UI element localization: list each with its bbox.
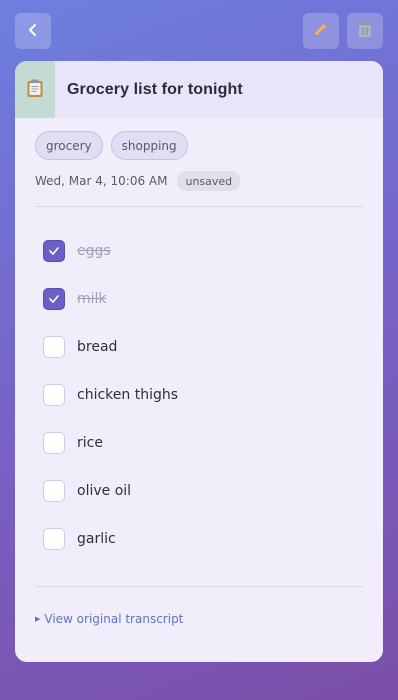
note-meta: Wed, Mar 4, 10:06 AM unsaved [35, 171, 241, 191]
tag-chip[interactable]: grocery [35, 131, 103, 160]
note-header: Grocery list for tonight [15, 61, 383, 118]
checkbox[interactable] [43, 240, 65, 262]
top-bar [0, 0, 398, 62]
list-item: chicken thighs [43, 371, 178, 419]
note-timestamp: Wed, Mar 4, 10:06 AM [35, 174, 168, 188]
list-item-label: rice [77, 435, 103, 451]
clipboard-icon [26, 78, 44, 102]
tag-list: grocery shopping [35, 131, 188, 160]
checkbox[interactable] [43, 528, 65, 550]
edit-button[interactable] [303, 13, 339, 49]
note-type-badge [15, 61, 55, 118]
list-item: garlic [43, 515, 178, 563]
list-item: bread [43, 323, 178, 371]
chevron-left-icon [26, 22, 40, 41]
pencil-icon [311, 19, 331, 43]
list-item: rice [43, 419, 178, 467]
list-item-label: bread [77, 339, 118, 355]
checklist: eggs milk bread chicken thighs rice oliv… [43, 227, 178, 563]
list-item-label: chicken thighs [77, 387, 179, 403]
view-transcript-link[interactable]: ▶ View original transcript [35, 612, 183, 626]
list-item: milk [43, 275, 178, 323]
view-transcript-label: View original transcript [44, 612, 184, 626]
caret-right-icon: ▶ [35, 615, 41, 623]
divider [35, 586, 364, 587]
checkbox[interactable] [43, 480, 65, 502]
list-item-label: eggs [77, 243, 111, 259]
back-button[interactable] [15, 13, 51, 49]
tag-chip[interactable]: shopping [110, 131, 188, 160]
status-badge: unsaved [177, 171, 241, 191]
list-item-label: milk [77, 291, 107, 307]
checkbox[interactable] [43, 432, 65, 454]
divider [35, 206, 364, 207]
list-item-label: olive oil [77, 483, 132, 499]
list-item-label: garlic [77, 531, 116, 547]
note-card: Grocery list for tonight grocery shoppin… [15, 61, 383, 662]
list-item: olive oil [43, 467, 178, 515]
delete-button[interactable] [347, 13, 383, 49]
list-item: eggs [43, 227, 178, 275]
checkbox[interactable] [43, 288, 65, 310]
trash-icon [356, 19, 374, 43]
checkbox[interactable] [43, 384, 65, 406]
checkbox[interactable] [43, 336, 65, 358]
note-title: Grocery list for tonight [67, 80, 243, 98]
